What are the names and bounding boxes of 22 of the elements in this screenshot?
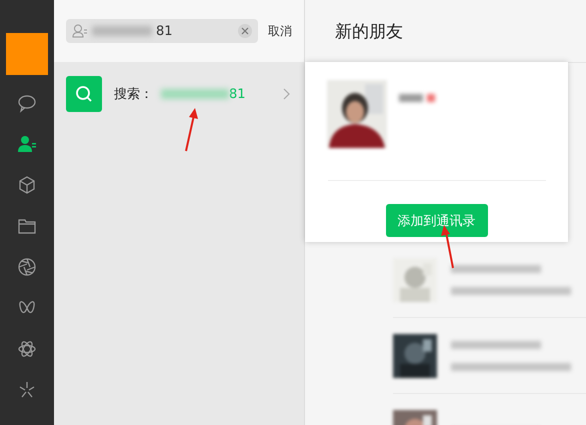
blurred-text (92, 26, 152, 36)
search-result[interactable]: 搜索： 81 (54, 62, 304, 126)
box-icon[interactable] (17, 175, 37, 195)
contact-icon (72, 24, 88, 38)
contacts-icon[interactable] (17, 134, 37, 154)
blurred-text (161, 89, 229, 99)
search-field[interactable]: 81 (66, 19, 258, 43)
result-value: 81 (229, 86, 247, 102)
gender-icon (427, 94, 435, 102)
result-label: 搜索： (114, 86, 153, 103)
blurred-text (399, 94, 423, 102)
search-icon (66, 76, 102, 112)
cancel-button[interactable]: 取消 (268, 22, 292, 40)
page-title: 新的朋友 (335, 20, 403, 42)
arrow-icon (183, 107, 199, 153)
sparkle-icon[interactable] (17, 380, 37, 400)
chat-icon[interactable] (17, 93, 37, 113)
aperture-icon[interactable] (17, 257, 37, 277)
chevron-icon (283, 88, 290, 100)
atom-icon[interactable] (17, 339, 37, 359)
search-value: 81 (156, 24, 174, 38)
clear-icon[interactable] (238, 24, 252, 38)
